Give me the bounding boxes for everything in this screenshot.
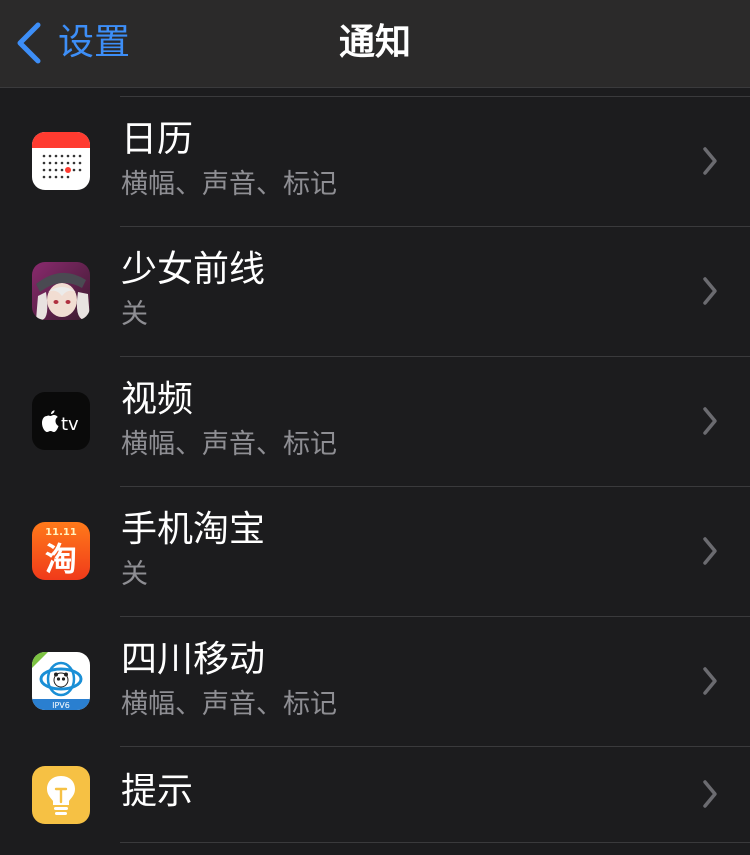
row-separator <box>120 226 750 227</box>
taobao-icon-label: 淘 <box>45 540 77 578</box>
taobao-icon-badge: 11.11 <box>45 527 77 538</box>
chevron-right-icon <box>703 780 717 808</box>
list-item-girls-frontline[interactable]: 少女前线 关 <box>0 226 750 356</box>
row-separator <box>120 96 750 97</box>
notification-status: 关 <box>121 299 148 330</box>
app-name: 少女前线 <box>121 249 266 290</box>
navigation-bar: 设置 通知 <box>0 0 750 88</box>
apple-tv-icon: tv <box>32 392 90 450</box>
notification-status: 关 <box>121 559 148 590</box>
app-notification-list: 日历 横幅、声音、标记 少女前线 关 tv 视频 横幅、声音、标记 11.11 … <box>0 96 750 842</box>
calendar-icon <box>32 132 90 190</box>
row-separator <box>120 616 750 617</box>
chevron-right-icon <box>703 407 717 435</box>
list-item-taobao[interactable]: 11.11 淘 手机淘宝 关 <box>0 486 750 616</box>
sichuan-mobile-icon: IPV6 <box>32 652 90 710</box>
girls-frontline-icon <box>32 262 90 320</box>
tips-icon <box>32 766 90 824</box>
chevron-right-icon <box>703 277 717 305</box>
row-separator <box>120 356 750 357</box>
apple-tv-icon-label: tv <box>61 414 79 435</box>
app-name: 四川移动 <box>121 639 266 680</box>
notification-status: 横幅、声音、标记 <box>121 429 337 460</box>
list-item-sichuan-mobile[interactable]: IPV6 四川移动 横幅、声音、标记 <box>0 616 750 746</box>
list-item-tv[interactable]: tv 视频 横幅、声音、标记 <box>0 356 750 486</box>
list-item-tips[interactable]: 提示 <box>0 746 750 842</box>
taobao-icon: 11.11 淘 <box>32 522 90 580</box>
sichuan-mobile-icon-badge: IPV6 <box>52 701 70 710</box>
notification-status: 横幅、声音、标记 <box>121 689 337 720</box>
app-name: 日历 <box>121 119 194 160</box>
chevron-right-icon <box>703 537 717 565</box>
row-separator <box>120 486 750 487</box>
chevron-right-icon <box>703 147 717 175</box>
app-name: 视频 <box>121 379 194 420</box>
chevron-right-icon <box>703 667 717 695</box>
notification-status: 横幅、声音、标记 <box>121 169 337 200</box>
page-title: 通知 <box>338 22 411 63</box>
list-item-calendar[interactable]: 日历 横幅、声音、标记 <box>0 96 750 226</box>
app-name: 提示 <box>121 771 194 812</box>
app-name: 手机淘宝 <box>121 509 266 550</box>
row-separator <box>120 746 750 747</box>
row-separator <box>120 842 750 843</box>
